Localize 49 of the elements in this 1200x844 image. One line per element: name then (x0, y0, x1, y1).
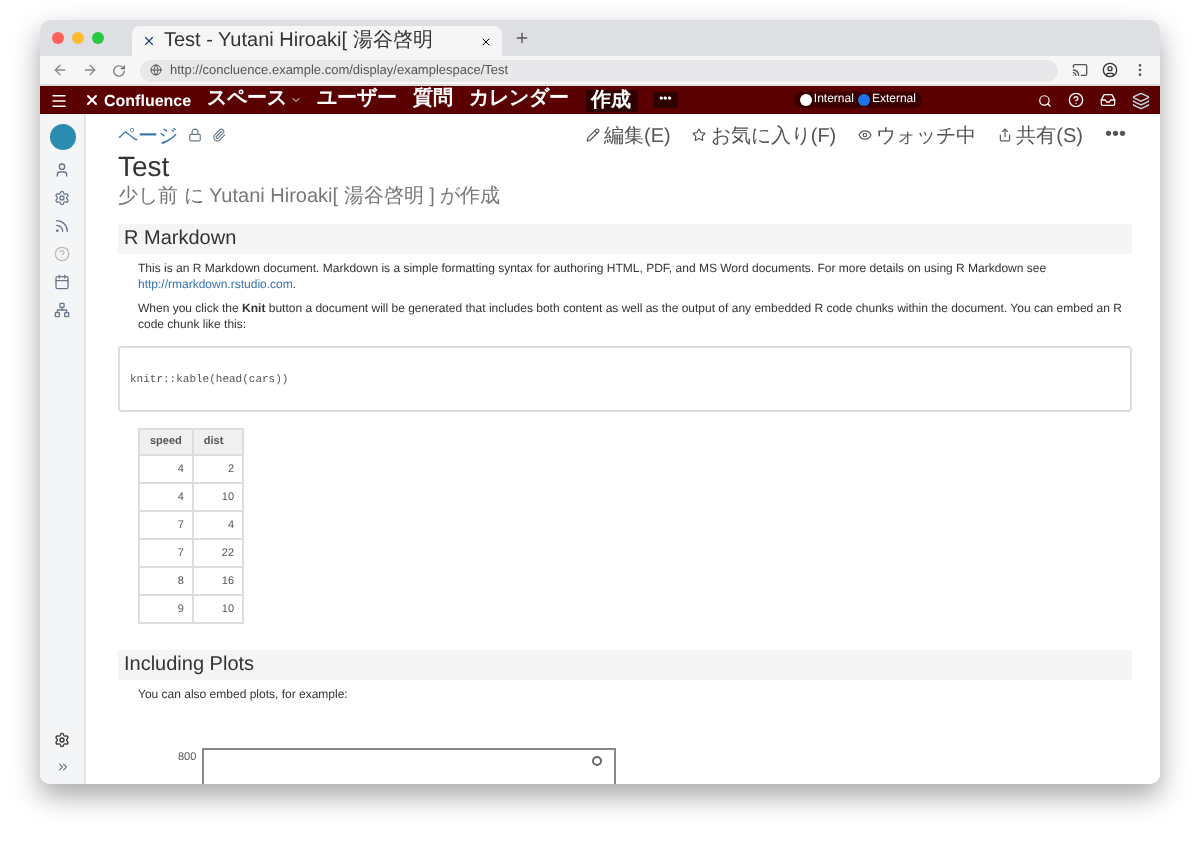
reload-icon[interactable] (112, 63, 126, 77)
nav-item[interactable]: カレンダー (469, 88, 570, 112)
page-action[interactable]: お気に入り(F) (686, 121, 843, 149)
data-point (592, 756, 603, 766)
rss-icon[interactable] (54, 218, 70, 234)
page-action[interactable]: 共有(S) (992, 121, 1089, 149)
minimize-dot (72, 32, 84, 44)
menu-icon[interactable] (50, 91, 68, 109)
star-icon (692, 128, 707, 142)
globe-icon (150, 64, 162, 76)
nav-item[interactable]: ユーザー (317, 88, 398, 112)
confluence-logo[interactable]: Confluence (84, 91, 192, 109)
nav-item[interactable]: 質問 (413, 88, 454, 112)
section-heading: R Markdown (118, 224, 1132, 254)
expand-icon[interactable] (55, 760, 69, 774)
calendar-icon[interactable] (54, 274, 70, 290)
section-heading: Including Plots (118, 650, 1132, 680)
page-meta: 少し前 に Yutani Hiroaki[ 湯谷啓明 ] が作成 (118, 183, 503, 210)
zoom-dot (92, 32, 104, 44)
gear-icon[interactable] (54, 190, 70, 206)
more-button[interactable]: ••• (1098, 124, 1132, 146)
search-icon[interactable] (1038, 93, 1052, 107)
cast-icon[interactable] (1072, 62, 1088, 78)
page-action[interactable]: 編集(E) (580, 121, 677, 149)
close-dot (52, 32, 64, 44)
close-icon[interactable] (480, 35, 492, 47)
profile-icon[interactable] (1102, 62, 1118, 78)
breadcrumb-link[interactable]: ページ (118, 121, 178, 149)
edit-icon (586, 128, 601, 142)
attachment-icon[interactable] (212, 128, 226, 142)
page-action[interactable]: ウォッチ中 (852, 121, 983, 149)
back-icon[interactable] (52, 62, 68, 78)
notifications-icon[interactable] (1100, 92, 1116, 108)
tab-title: Test - Yutani Hiroaki[ 湯谷啓明 (164, 29, 435, 53)
share-icon (998, 128, 1013, 142)
space-avatar[interactable] (49, 124, 75, 150)
nav-item[interactable]: スペース (207, 88, 302, 112)
lock-icon[interactable] (188, 128, 202, 142)
page-title: Test (118, 150, 172, 182)
forward-icon[interactable] (82, 62, 98, 78)
tree-icon[interactable] (54, 302, 70, 318)
watch-icon (858, 128, 873, 142)
person-icon[interactable] (54, 162, 70, 178)
browser-tab[interactable]: Test - Yutani Hiroaki[ 湯谷啓明 (132, 26, 502, 56)
settings-icon[interactable] (54, 732, 70, 748)
new-tab-icon[interactable] (514, 30, 530, 46)
create-button[interactable]: 作成 (585, 89, 638, 111)
x-logo-icon (142, 34, 156, 48)
caret-icon[interactable] (289, 94, 302, 106)
